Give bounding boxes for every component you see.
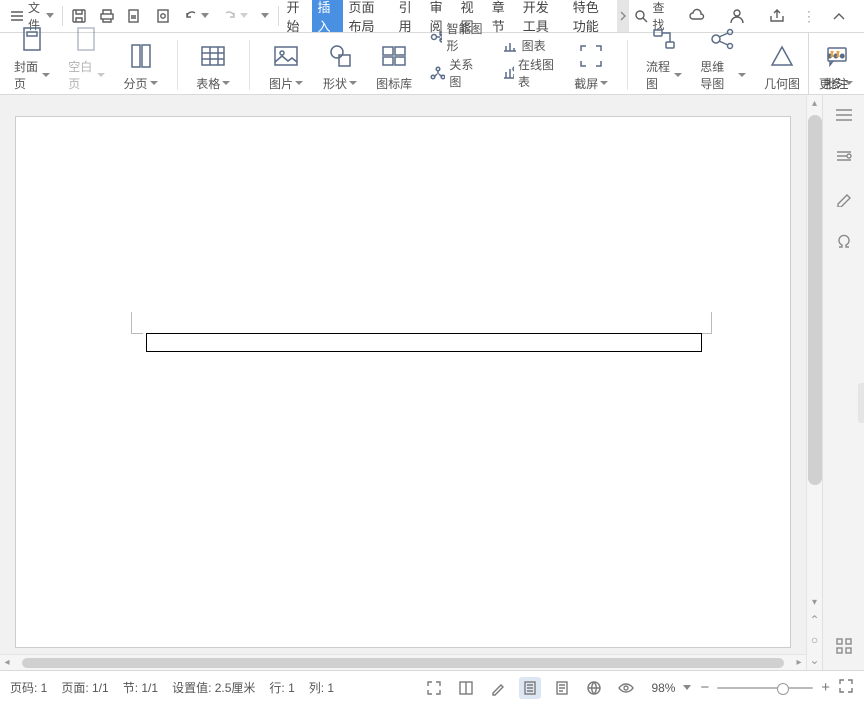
page bbox=[16, 117, 790, 647]
status-section[interactable]: 节: 1/1 bbox=[123, 679, 158, 696]
hamburger-icon bbox=[10, 9, 24, 23]
icon-library[interactable]: 图标库 bbox=[376, 41, 412, 92]
search-icon bbox=[634, 9, 648, 23]
scroll-down[interactable]: ▾ bbox=[812, 594, 817, 610]
table[interactable]: 表格 bbox=[195, 41, 231, 92]
status-row[interactable]: 行: 1 bbox=[269, 679, 294, 696]
status-page-of[interactable]: 页面: 1/1 bbox=[61, 679, 108, 696]
page-break[interactable]: 分页 bbox=[123, 41, 159, 92]
annotate[interactable]: 批注 bbox=[808, 33, 864, 94]
doc-scan-button[interactable] bbox=[149, 0, 177, 32]
statusbar: 页码: 1 页面: 1/1 节: 1/1 设置值: 2.5厘米 行: 1 列: … bbox=[0, 670, 864, 704]
zoom-value[interactable]: 98% bbox=[651, 681, 675, 695]
zoom-slider[interactable] bbox=[717, 687, 813, 689]
view-read[interactable] bbox=[455, 677, 477, 699]
qat-customize[interactable] bbox=[255, 0, 276, 32]
view-outline[interactable] bbox=[551, 677, 573, 699]
redo-icon bbox=[222, 8, 238, 24]
prev-page[interactable]: ⌃ bbox=[809, 613, 819, 627]
preview-icon bbox=[127, 8, 143, 24]
status-page-no[interactable]: 页码: 1 bbox=[10, 679, 47, 696]
tab-insert[interactable]: 插入 bbox=[312, 0, 343, 32]
view-eye[interactable] bbox=[615, 677, 637, 699]
document-area[interactable] bbox=[0, 95, 806, 654]
online-chart[interactable]: 在线图表 bbox=[502, 56, 556, 90]
zoom-knob[interactable] bbox=[777, 683, 789, 695]
workspace: ◂ ▸ ▴ ▾ ⌃ ○ ⌄ bbox=[0, 95, 864, 670]
hscroll-thumb[interactable] bbox=[22, 658, 784, 668]
zoom-control: 98% − + bbox=[651, 678, 854, 697]
cover-page[interactable]: 封面页 bbox=[14, 24, 50, 92]
chart-group: 图表 在线图表 bbox=[502, 37, 556, 90]
margin-marker bbox=[131, 312, 143, 334]
mindmap[interactable]: 思维导图 bbox=[700, 24, 746, 92]
horizontal-scrollbar[interactable]: ◂ ▸ bbox=[0, 654, 806, 670]
chart[interactable]: 图表 bbox=[502, 37, 556, 54]
tab-features[interactable]: 特色功能 bbox=[567, 0, 617, 32]
side-panel bbox=[822, 95, 864, 670]
tab-reference[interactable]: 引用 bbox=[393, 0, 424, 32]
graph-group: 智能图形 关系图 bbox=[430, 20, 484, 90]
next-page[interactable]: ⌄ bbox=[809, 653, 819, 667]
smart-art[interactable]: 智能图形 bbox=[430, 20, 484, 54]
vscroll-thumb[interactable] bbox=[808, 115, 822, 485]
print-preview-button[interactable] bbox=[121, 0, 149, 32]
kebab-menu[interactable]: ⋮ bbox=[802, 8, 816, 25]
status-indent[interactable]: 设置值: 2.5厘米 bbox=[172, 679, 255, 696]
doc-icon bbox=[155, 8, 171, 24]
tab-devtools[interactable]: 开发工具 bbox=[517, 0, 567, 32]
panel-setting-icon[interactable] bbox=[835, 148, 853, 167]
screenshot[interactable]: 截屏 bbox=[573, 41, 609, 92]
user-button[interactable] bbox=[722, 7, 752, 25]
redo-button[interactable] bbox=[216, 0, 255, 32]
tabs-overflow[interactable] bbox=[617, 0, 629, 32]
zoom-in[interactable]: + bbox=[821, 679, 830, 696]
view-web[interactable] bbox=[583, 677, 605, 699]
fit-page[interactable] bbox=[838, 678, 854, 697]
panel-edit-icon[interactable] bbox=[835, 189, 853, 210]
collapse-panel-handle[interactable] bbox=[858, 383, 864, 423]
tab-section[interactable]: 章节 bbox=[486, 0, 517, 32]
select-browse[interactable]: ○ bbox=[811, 633, 818, 647]
chevron-down-icon bbox=[46, 13, 54, 19]
ribbon-insert: 封面页 空白页 分页 表格 图片 形状 图标库 智能图形 关系图 图表 在线图表… bbox=[0, 33, 864, 95]
vertical-scrollbar[interactable]: ▴ ▾ ⌃ ○ ⌄ bbox=[806, 95, 822, 670]
panel-grid-icon[interactable] bbox=[835, 637, 853, 658]
zoom-dropdown[interactable] bbox=[683, 685, 692, 691]
view-write[interactable] bbox=[487, 677, 509, 699]
table-object[interactable] bbox=[146, 333, 702, 352]
picture[interactable]: 图片 bbox=[268, 41, 304, 92]
scroll-left[interactable]: ◂ bbox=[0, 657, 14, 668]
panel-omega-icon[interactable] bbox=[835, 232, 853, 253]
status-col[interactable]: 列: 1 bbox=[309, 679, 334, 696]
panel-toggle-icon[interactable] bbox=[835, 107, 853, 126]
cloud-sync-button[interactable] bbox=[682, 7, 712, 25]
geometry[interactable]: 几何图 bbox=[764, 41, 800, 92]
scroll-up[interactable]: ▴ bbox=[812, 95, 817, 111]
undo-icon bbox=[183, 8, 199, 24]
flowchart[interactable]: 流程图 bbox=[646, 24, 682, 92]
tab-layout[interactable]: 页面布局 bbox=[343, 0, 393, 32]
zoom-out[interactable]: − bbox=[700, 679, 709, 696]
undo-button[interactable] bbox=[177, 0, 216, 32]
save-icon bbox=[71, 8, 87, 24]
scroll-right[interactable]: ▸ bbox=[792, 657, 806, 668]
collapse-ribbon[interactable] bbox=[826, 9, 852, 23]
print-icon bbox=[99, 8, 115, 24]
shape[interactable]: 形状 bbox=[322, 41, 358, 92]
blank-page[interactable]: 空白页 bbox=[68, 24, 104, 92]
relation-chart[interactable]: 关系图 bbox=[430, 56, 484, 90]
view-page[interactable] bbox=[519, 677, 541, 699]
margin-marker bbox=[700, 312, 712, 334]
view-fullscreen[interactable] bbox=[423, 677, 445, 699]
tab-start[interactable]: 开始 bbox=[280, 0, 311, 32]
share-button[interactable] bbox=[762, 7, 792, 25]
